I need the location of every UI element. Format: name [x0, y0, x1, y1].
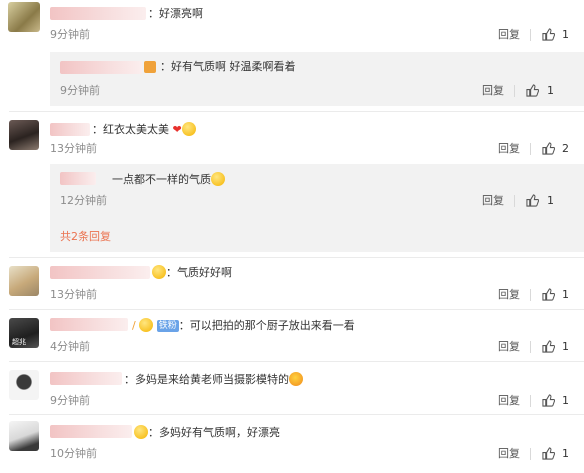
comment-text: ：气质好好啊	[152, 265, 232, 280]
like-count: 1	[562, 394, 569, 407]
reply-button[interactable]: 回复	[482, 194, 504, 208]
wow-emoji-icon	[211, 172, 225, 186]
comment-4: 超兆 / 铁粉 ：可以把拍的那个厨子放出来看一看 4分钟前 回复 1	[0, 310, 584, 360]
reply-text: 一点都不一样的气质	[112, 172, 225, 187]
separator	[514, 85, 515, 97]
comment-time: 9分钟前	[50, 28, 90, 41]
like-count: 1	[562, 28, 569, 41]
comment-text: ：红衣太美太美 ❤	[92, 122, 196, 137]
avatar[interactable]	[9, 266, 39, 296]
like-thumb-icon[interactable]	[542, 288, 555, 301]
like-thumb-icon[interactable]	[526, 194, 539, 207]
comment-text: ：多妈好有气质啊，好漂亮	[134, 425, 280, 440]
like-count: 1	[562, 340, 569, 353]
username-redacted[interactable]	[60, 61, 142, 74]
fan-badge: 铁粉	[156, 320, 179, 332]
avatar[interactable]	[9, 120, 39, 150]
comment-text: ：多妈是来给黄老师当摄影模特的	[124, 372, 303, 387]
like-count: 1	[547, 194, 554, 207]
avatar-caption: 超兆	[12, 338, 26, 346]
like-thumb-icon[interactable]	[542, 142, 555, 155]
separator	[530, 395, 531, 407]
username-redacted[interactable]	[50, 7, 146, 20]
avatar[interactable]	[9, 370, 39, 400]
more-replies-link[interactable]: 共2条回复	[60, 228, 111, 244]
like-thumb-icon[interactable]	[526, 84, 539, 97]
comment-time: 13分钟前	[50, 142, 97, 155]
like-thumb-icon[interactable]	[542, 394, 555, 407]
reply-time: 12分钟前	[60, 194, 107, 207]
reply-button[interactable]: 回复	[498, 288, 520, 302]
reply-button[interactable]: 回复	[498, 28, 520, 42]
comment-time: 9分钟前	[50, 394, 90, 407]
avatar[interactable]: 超兆	[9, 318, 39, 348]
comment-text: / 铁粉 ：可以把拍的那个厨子放出来看一看	[132, 318, 355, 332]
like-count: 2	[562, 142, 569, 155]
username-redacted[interactable]	[50, 372, 122, 385]
separator	[530, 289, 531, 301]
like-count: 1	[562, 447, 569, 460]
username-redacted[interactable]	[50, 266, 150, 279]
vip-icon	[134, 425, 148, 439]
separator	[530, 341, 531, 353]
comment-5: ：多妈是来给黄老师当摄影模特的 9分钟前 回复 1	[0, 362, 584, 412]
separator	[514, 195, 515, 207]
comment-3: ：气质好好啊 13分钟前 回复 1	[0, 258, 584, 308]
vip-icon	[139, 318, 154, 332]
reply-text: ：好有气质啊 好温柔啊看着	[160, 60, 296, 73]
comment-1: ：好漂亮啊 9分钟前 回复 1	[0, 0, 584, 46]
grin-emoji-icon	[289, 372, 303, 386]
like-count: 1	[547, 84, 554, 97]
separator	[530, 143, 531, 155]
vip-icon	[144, 61, 156, 73]
separator	[530, 29, 531, 41]
reply-button[interactable]: 回复	[498, 394, 520, 408]
reply-button[interactable]: 回复	[498, 142, 520, 156]
reply-button[interactable]: 回复	[498, 447, 520, 461]
comment-6: ：多妈好有气质啊，好漂亮 10分钟前 回复 1	[0, 415, 584, 473]
comment-time: 4分钟前	[50, 340, 90, 353]
separator	[530, 448, 531, 460]
reply-time: 9分钟前	[60, 84, 100, 97]
wow-emoji-icon	[181, 122, 196, 136]
like-thumb-icon[interactable]	[542, 340, 555, 353]
reply-button[interactable]: 回复	[498, 340, 520, 354]
like-thumb-icon[interactable]	[542, 447, 555, 460]
wow-emoji-icon	[152, 265, 166, 279]
like-thumb-icon[interactable]	[542, 28, 555, 41]
comment-text: ：好漂亮啊	[148, 7, 203, 20]
heart-icon: ❤	[172, 123, 182, 136]
avatar[interactable]	[8, 2, 40, 32]
reply-button[interactable]: 回复	[482, 84, 504, 98]
like-count: 1	[562, 288, 569, 301]
username-redacted[interactable]	[50, 425, 132, 438]
reply-box: 一点都不一样的气质 12分钟前 回复 1 共2条回复	[50, 164, 584, 252]
comment-time: 13分钟前	[50, 288, 97, 301]
comment-time: 10分钟前	[50, 447, 97, 460]
username-redacted[interactable]	[60, 172, 96, 185]
username-redacted[interactable]	[50, 318, 128, 331]
username-redacted[interactable]	[50, 123, 90, 136]
comment-2: ：红衣太美太美 ❤ 13分钟前 回复 2	[0, 112, 584, 162]
avatar[interactable]	[9, 421, 39, 451]
slash-icon: /	[132, 319, 136, 332]
reply-box: ：好有气质啊 好温柔啊看着 9分钟前 回复 1	[50, 52, 584, 106]
